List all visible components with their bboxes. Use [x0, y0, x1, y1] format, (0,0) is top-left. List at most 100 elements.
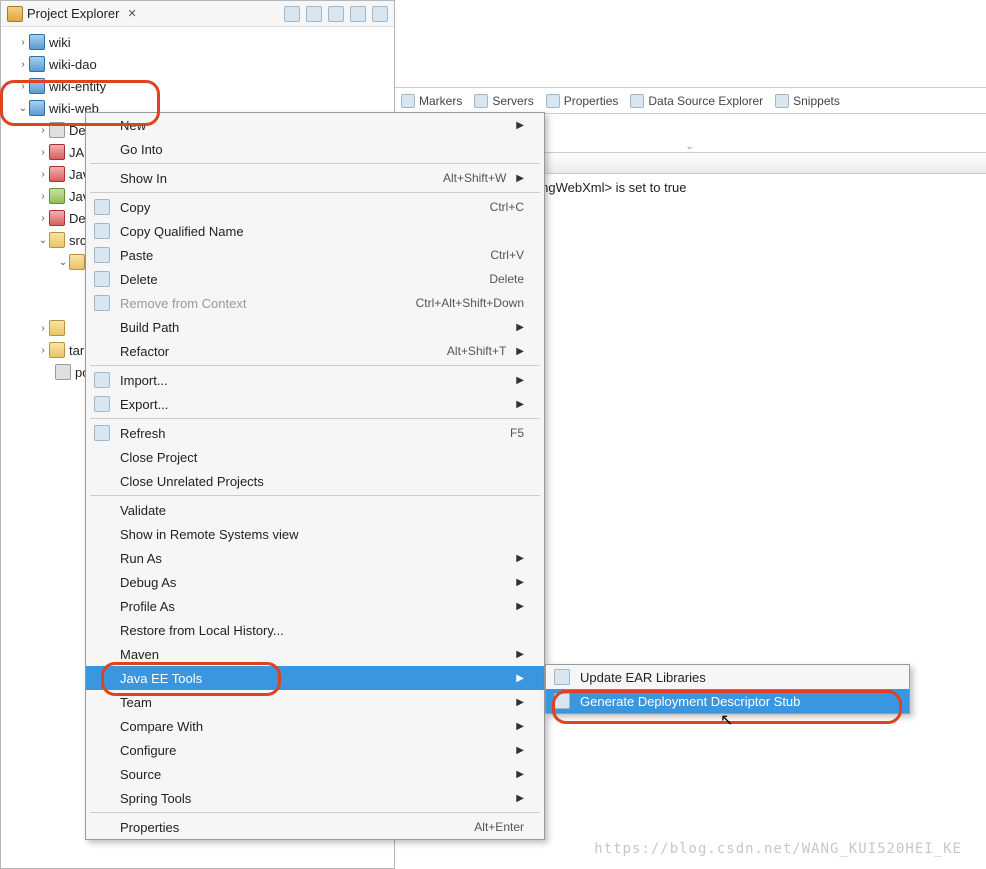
expand-icon[interactable]: › [37, 147, 49, 158]
expand-icon[interactable]: › [37, 323, 49, 334]
submenu-arrow-icon: ▶ [516, 769, 524, 780]
red-icon [49, 144, 65, 160]
menu-item-label: Go Into [120, 142, 524, 157]
menu-item-show-in[interactable]: Show InAlt+Shift+W ▶ [86, 166, 544, 190]
expand-icon[interactable]: › [37, 191, 49, 202]
tab-label: Markers [419, 94, 462, 108]
menu-item-compare-with[interactable]: Compare With▶ [86, 714, 544, 738]
expand-icon[interactable]: › [37, 213, 49, 224]
submenu-arrow-icon: ▶ [516, 173, 524, 184]
link-editor-icon[interactable] [306, 6, 322, 22]
tree-item[interactable]: ›wiki-dao [7, 53, 394, 75]
menu-item-label: Close Project [120, 450, 524, 465]
menu-item-validate[interactable]: Validate [86, 498, 544, 522]
menu-item-label: Source [120, 767, 506, 782]
menu-item-label: Export... [120, 397, 506, 412]
submenu-arrow-icon: ▶ [516, 346, 524, 357]
menu-item-spring-tools[interactable]: Spring Tools▶ [86, 786, 544, 810]
menu-item-label: Team [120, 695, 506, 710]
menu-item-refactor[interactable]: RefactorAlt+Shift+T▶ [86, 339, 544, 363]
tab-servers[interactable]: Servers [474, 94, 533, 108]
minimize-icon[interactable] [350, 6, 366, 22]
expand-icon[interactable]: ⌄ [37, 235, 49, 246]
menu-item-close-project[interactable]: Close Project [86, 445, 544, 469]
menu-item-label: Spring Tools [120, 791, 506, 806]
expand-icon[interactable]: ⌄ [17, 103, 29, 114]
menu-item-team[interactable]: Team▶ [86, 690, 544, 714]
menu-item-import[interactable]: Import...▶ [86, 368, 544, 392]
menu-item-label: Validate [120, 503, 524, 518]
submenu-arrow-icon: ▶ [516, 649, 524, 660]
menu-item-label: Build Path [120, 320, 506, 335]
menu-item-label: Compare With [120, 719, 506, 734]
expand-icon[interactable]: › [17, 59, 29, 70]
xml-icon [55, 364, 71, 380]
menu-item-go-into[interactable]: Go Into [86, 137, 544, 161]
collapse-all-icon[interactable] [284, 6, 300, 22]
menu-item-label: Debug As [120, 575, 506, 590]
submenu-arrow-icon: ▶ [516, 553, 524, 564]
expand-icon[interactable]: › [17, 37, 29, 48]
menu-item-refresh[interactable]: RefreshF5 [86, 421, 544, 445]
menu-item-label: Delete [120, 272, 489, 287]
tab-label: Snippets [793, 94, 840, 108]
expand-icon[interactable]: ⌄ [57, 257, 69, 268]
tab-icon [630, 94, 644, 108]
tab-snippets[interactable]: Snippets [775, 94, 840, 108]
menu-item-maven[interactable]: Maven ▶ [86, 642, 544, 666]
menu-item-label: Copy Qualified Name [120, 224, 524, 239]
menu-item-new[interactable]: New▶ [86, 113, 544, 137]
menu-item-label: Java EE Tools [120, 671, 506, 686]
menu-item-label: Close Unrelated Projects [120, 474, 524, 489]
tree-item-label: wiki-entity [49, 79, 106, 94]
context-menu[interactable]: New▶ Go Into Show InAlt+Shift+W ▶ CopyCtrl+C… [85, 112, 545, 840]
maximize-icon[interactable] [372, 6, 388, 22]
submenu-arrow-icon: ▶ [516, 399, 524, 410]
menu-item-label: Generate Deployment Descriptor Stub [580, 694, 889, 709]
menu-item-run-as[interactable]: Run As▶ [86, 546, 544, 570]
menu-item-debug-as[interactable]: Debug As▶ [86, 570, 544, 594]
menu-item-export[interactable]: Export... ▶ [86, 392, 544, 416]
close-icon[interactable]: ✕ [127, 7, 136, 20]
view-menu-icon[interactable] [328, 6, 344, 22]
menu-item-build-path[interactable]: Build Path▶ [86, 315, 544, 339]
menu-item-copy-qualified-name[interactable]: Copy Qualified Name [86, 219, 544, 243]
menu-item-shortcut: Alt+Enter [474, 820, 524, 834]
menu-item-shortcut: Ctrl+Alt+Shift+Down [416, 296, 524, 310]
expand-icon[interactable]: › [17, 81, 29, 92]
menu-item-label: Remove from Context [120, 296, 416, 311]
menu-item-restore-from-local-history[interactable]: Restore from Local History... [86, 618, 544, 642]
web-icon [29, 34, 45, 50]
menu-item-shortcut: Delete [489, 272, 524, 286]
tree-item[interactable]: › wiki-entity [7, 75, 394, 97]
menu-item-close-unrelated-projects[interactable]: Close Unrelated Projects [86, 469, 544, 493]
menu-item-properties[interactable]: PropertiesAlt+Enter [86, 815, 544, 839]
tab-data-source-explorer[interactable]: Data Source Explorer [630, 94, 763, 108]
tree-item[interactable]: ›wiki [7, 31, 394, 53]
menu-item-copy[interactable]: CopyCtrl+C [86, 195, 544, 219]
menu-item-label: Maven [120, 647, 506, 662]
panel-header: Project Explorer ✕ [1, 1, 394, 27]
menu-item-label: Update EAR Libraries [580, 670, 889, 685]
menu-item-java-ee-tools[interactable]: Java EE Tools▶ [86, 666, 544, 690]
menu-item-label: Show In [120, 171, 443, 186]
menu-item-paste[interactable]: PasteCtrl+V [86, 243, 544, 267]
menu-item-update-ear-libraries[interactable]: Update EAR Libraries [546, 665, 909, 689]
expand-icon[interactable]: › [37, 125, 49, 136]
menu-item-show-in-remote-systems-view[interactable]: Show in Remote Systems view [86, 522, 544, 546]
menu-item-label: Properties [120, 820, 474, 835]
tab-properties[interactable]: Properties [546, 94, 619, 108]
submenu-arrow-icon: ▶ [516, 601, 524, 612]
tab-markers[interactable]: Markers [401, 94, 462, 108]
menu-item-configure[interactable]: Configure▶ [86, 738, 544, 762]
menu-item-shortcut: Alt+Shift+W [443, 171, 506, 185]
context-submenu-java-ee-tools[interactable]: Update EAR Libraries Generate Deployment … [545, 664, 910, 714]
menu-item-delete[interactable]: DeleteDelete [86, 267, 544, 291]
menu-item-profile-as[interactable]: Profile As▶ [86, 594, 544, 618]
expand-icon[interactable]: › [37, 169, 49, 180]
menu-item-source[interactable]: Source ▶ [86, 762, 544, 786]
tab-label: Data Source Explorer [648, 94, 763, 108]
folder-icon [49, 342, 65, 358]
expand-icon[interactable]: › [37, 345, 49, 356]
menu-item-label: Copy [120, 200, 490, 215]
